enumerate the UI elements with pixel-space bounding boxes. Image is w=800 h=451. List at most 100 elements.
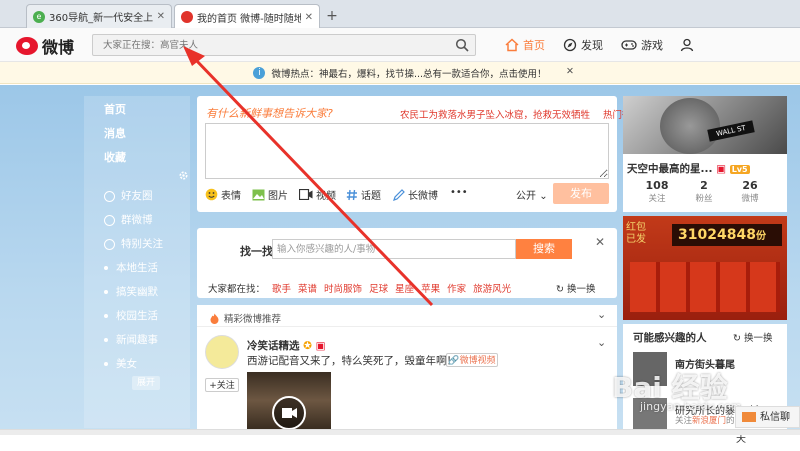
sidebar-item-favorites[interactable]: 收藏 [104, 149, 126, 165]
tag-link[interactable]: 时尚服饰 [324, 284, 362, 295]
search-input[interactable] [101, 38, 435, 52]
tag-link[interactable]: 苹果 [421, 284, 440, 295]
find-input[interactable]: 输入你感兴趣的人/事物 [272, 239, 516, 259]
bullet-icon [104, 314, 108, 318]
sidebar-item-beauty[interactable]: 美女 [104, 356, 137, 371]
sidebar-item-news[interactable]: 新闻趣事 [104, 332, 158, 347]
tool-emoji[interactable]: 表情 [205, 187, 241, 202]
stat-value: 2 [700, 179, 708, 192]
video-camera-icon[interactable] [272, 396, 306, 430]
nav-user[interactable] [680, 36, 698, 54]
compass-icon [563, 38, 577, 52]
circle-icon [104, 238, 115, 250]
pen-icon [393, 188, 405, 201]
tag-link[interactable]: 歌手 [272, 284, 291, 295]
bullet-icon [104, 266, 108, 270]
stat-label: 关注 [648, 194, 666, 204]
feed-header: 精彩微博推荐 [209, 311, 281, 325]
feed-header-label: 精彩微博推荐 [224, 314, 282, 325]
change-label: 换一换 [744, 333, 773, 344]
stat-weibo[interactable]: 26 微博 [724, 179, 776, 204]
tool-long-weibo[interactable]: 长微博 [393, 187, 438, 202]
browser-tab-360[interactable]: e 360导航_新一代安全上网导航 ✕ [26, 4, 172, 28]
browser-tab-weibo[interactable]: 我的首页 微博-随时随地发现新鲜事 ✕ [174, 4, 320, 29]
close-icon[interactable]: ✕ [566, 66, 574, 77]
bullet-icon [104, 338, 108, 342]
info-icon: i [253, 66, 266, 79]
nav-home[interactable]: 首页 [505, 36, 545, 54]
tool-more[interactable]: ••• [450, 187, 468, 198]
stat-fans[interactable]: 2 粉丝 [678, 179, 730, 204]
hot-links: 农民工为救落水男子坠入冰窟，抢救无效牺牲 热门微博 [400, 107, 651, 121]
tag-link[interactable]: 菜谱 [298, 284, 317, 295]
private-message-button[interactable]: 私信聊天 [735, 406, 800, 445]
tag-link[interactable]: 足球 [369, 284, 388, 295]
gear-icon[interactable] [178, 170, 189, 181]
tag-link[interactable]: 旅游风光 [473, 284, 511, 295]
publish-textarea[interactable] [205, 123, 609, 179]
close-icon[interactable]: ✕ [595, 235, 605, 249]
sidebar-item-special-follow[interactable]: 特别关注 [104, 236, 163, 251]
sidebar-item-humor[interactable]: 搞笑幽默 [104, 284, 158, 299]
circle-icon [104, 190, 115, 202]
horizontal-scrollbar[interactable] [0, 429, 800, 435]
tag-link[interactable]: 作家 [447, 284, 466, 295]
chevron-down-icon[interactable]: ⌄ [597, 336, 606, 349]
link-icon: 🔗 [448, 356, 460, 366]
sidebar-item-friends-circle[interactable]: 好友圈 [104, 188, 153, 203]
stat-following[interactable]: 108 关注 [631, 179, 683, 204]
profile-name[interactable]: 天空中最高的星... ▣ Lv5 [627, 161, 750, 176]
sub-prefix: 关注 [675, 416, 693, 426]
chevron-down-icon[interactable]: ⌄ [597, 308, 606, 321]
sidebar-item-label: 搞笑幽默 [116, 286, 158, 298]
close-icon[interactable]: ✕ [305, 12, 313, 23]
search-box[interactable] [92, 34, 476, 56]
visibility-select[interactable]: 公开 ⌄ [516, 187, 548, 202]
expand-button[interactable]: 展开 [132, 376, 160, 390]
follow-button[interactable]: +关注 [205, 378, 239, 392]
sub-link[interactable]: 新浪厦门 [692, 416, 726, 426]
stat-label: 微博 [741, 194, 759, 204]
stat-value: 108 [645, 179, 669, 192]
tag-link[interactable]: 星座 [395, 284, 414, 295]
post-text: 西游记配音又来了，特么笑死了，毁童年啊！ [247, 355, 457, 367]
suggest-title: 可能感兴趣的人 [633, 332, 707, 344]
find-search-button[interactable]: 搜索 [516, 239, 572, 259]
sidebar-item-group-weibo[interactable]: 群微博 [104, 212, 153, 227]
tool-label: 话题 [361, 191, 381, 202]
weibo-logo-icon [16, 37, 38, 55]
profile-name-text: 天空中最高的星... [627, 163, 713, 175]
find-label: 找一找 [240, 245, 273, 258]
tool-topic[interactable]: 话题 [346, 187, 381, 202]
post-button[interactable]: 发布 [553, 183, 609, 204]
new-tab-button[interactable]: + [323, 7, 341, 25]
ad-unit: 份 [755, 231, 766, 242]
sidebar-item-campus[interactable]: 校园生活 [104, 308, 158, 323]
change-batch-button[interactable]: ↻ 换一换 [556, 281, 596, 295]
close-icon[interactable]: ✕ [157, 11, 165, 22]
weibo-logo[interactable]: 微博 [16, 35, 74, 57]
nav-games[interactable]: 游戏 [621, 36, 663, 54]
hot-news-link[interactable]: 农民工为救落水男子坠入冰窟，抢救无效牺牲 [400, 110, 590, 121]
sidebar-item-label: 校园生活 [116, 310, 158, 322]
visibility-label: 公开 [516, 191, 536, 202]
logo-text: 微博 [42, 38, 75, 57]
chevron-down-icon: ⌄ [539, 191, 548, 202]
tool-label: 表情 [221, 191, 241, 202]
tool-video[interactable]: 视频 [299, 187, 336, 202]
nav-discover[interactable]: 发现 [563, 36, 603, 54]
avatar[interactable] [205, 335, 239, 369]
nav-label: 首页 [523, 39, 545, 52]
profile-avatar[interactable] [660, 98, 720, 154]
hot-notice-bar[interactable]: i 微博热点：神最右，爆料，找节操...总有一款适合你，点击使用！ ✕ [0, 62, 800, 84]
suggest-change-button[interactable]: ↻ 换一换 [733, 330, 773, 344]
weibo-video-link[interactable]: 🔗微博视频 [446, 353, 498, 367]
tool-image[interactable]: 图片 [252, 187, 288, 202]
sidebar-item-home[interactable]: 首页 [104, 101, 126, 117]
search-icon[interactable] [455, 38, 469, 52]
post-author[interactable]: 冷笑话精选 ✪ ▣ [247, 338, 326, 353]
sidebar-item-messages[interactable]: 消息 [104, 125, 126, 141]
sidebar-item-local-life[interactable]: 本地生活 [104, 260, 158, 275]
vip-badge-icon: ▣ [716, 163, 727, 175]
notice-text[interactable]: 微博热点：神最右，爆料，找节操...总有一款适合你，点击使用！ [271, 66, 546, 80]
